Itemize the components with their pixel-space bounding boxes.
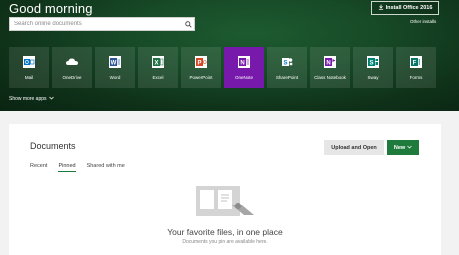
app-label: PowerPoint <box>189 75 213 80</box>
app-label: Class Notebook <box>314 75 346 80</box>
chevron-down-icon <box>48 96 54 102</box>
documents-tabs: Recent Pinned Shared with me <box>30 163 125 172</box>
excel-icon: X <box>152 56 164 68</box>
sway-icon: S <box>367 56 379 68</box>
svg-text:N: N <box>326 61 330 67</box>
app-label: SharePoint <box>275 75 299 80</box>
install-office-button[interactable]: Install Office 2016 <box>371 1 439 15</box>
show-more-apps-link[interactable]: Show more apps <box>9 96 54 102</box>
search-box[interactable] <box>9 17 195 31</box>
hero-banner: Good morning Install Office 2016 Other i… <box>0 0 459 111</box>
tab-recent[interactable]: Recent <box>30 163 47 172</box>
search-icon[interactable] <box>182 18 194 30</box>
app-tile-excel[interactable]: X Excel <box>138 47 178 88</box>
app-label: Word <box>109 75 121 80</box>
app-tile-mail[interactable]: O Mail <box>9 47 49 88</box>
download-icon <box>378 4 384 12</box>
app-tile-sway[interactable]: S Sway <box>353 47 393 88</box>
app-label: Sway <box>367 75 379 80</box>
app-label: Excel <box>152 75 164 80</box>
class-notebook-icon: N <box>324 56 336 68</box>
app-label: Mail <box>24 75 34 80</box>
mail-icon: O <box>23 56 35 68</box>
app-tile-powerpoint[interactable]: P PowerPoint <box>181 47 221 88</box>
search-input[interactable] <box>10 18 182 30</box>
new-document-button[interactable]: New <box>387 140 419 155</box>
tab-pinned[interactable]: Pinned <box>58 163 76 172</box>
app-tile-onenote[interactable]: N OneNote <box>224 47 264 88</box>
svg-text:W: W <box>111 61 117 67</box>
onenote-icon: N <box>238 56 250 68</box>
empty-state-subtitle: Documents you pin are available here. <box>182 239 268 245</box>
install-office-label: Install Office 2016 <box>385 5 433 11</box>
show-more-label: Show more apps <box>9 96 47 102</box>
svg-text:O: O <box>25 60 29 66</box>
forms-icon: F <box>410 56 422 68</box>
svg-text:S: S <box>369 61 373 67</box>
app-tile-onedrive[interactable]: OneDrive <box>52 47 92 88</box>
app-launcher: O Mail OneDrive W Word X Excel P PowerPo… <box>9 47 436 88</box>
app-label: OneDrive <box>62 75 82 80</box>
documents-panel: Documents Upload and Open New Recent Pin… <box>9 124 441 255</box>
app-tile-forms[interactable]: F Forms <box>396 47 436 88</box>
chevron-down-icon <box>407 145 412 151</box>
new-label: New <box>393 144 406 151</box>
greeting-title: Good morning <box>9 1 93 16</box>
svg-text:N: N <box>240 61 244 67</box>
tab-shared-with-me[interactable]: Shared with me <box>87 163 125 172</box>
pinned-files-illustration <box>196 186 254 216</box>
powerpoint-icon: P <box>195 56 207 68</box>
upload-and-open-button[interactable]: Upload and Open <box>324 140 384 155</box>
app-label: Forms <box>409 75 423 80</box>
documents-title: Documents <box>30 141 76 151</box>
onedrive-icon <box>66 58 78 65</box>
other-installs-link[interactable]: Other installs <box>410 19 436 24</box>
sharepoint-icon: S <box>282 58 293 67</box>
svg-text:X: X <box>154 61 158 67</box>
app-tile-sharepoint[interactable]: S SharePoint <box>267 47 307 88</box>
svg-text:S: S <box>283 61 287 67</box>
svg-text:F: F <box>413 61 417 67</box>
word-icon: W <box>109 56 121 68</box>
app-tile-word[interactable]: W Word <box>95 47 135 88</box>
app-label: OneNote <box>234 75 253 80</box>
empty-state-title: Your favorite files, in one place <box>167 227 283 237</box>
svg-text:P: P <box>197 61 201 67</box>
app-tile-class-notebook[interactable]: N Class Notebook <box>310 47 350 88</box>
